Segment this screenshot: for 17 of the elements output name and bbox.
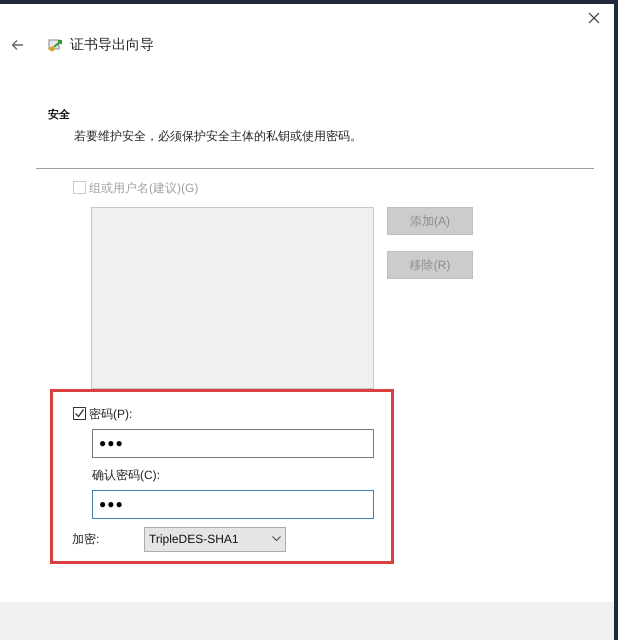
encryption-dropdown[interactable]: TripleDES-SHA1 xyxy=(144,526,286,552)
checkbox-label: 组或用户名(建议)(G) xyxy=(89,180,198,196)
certificate-icon xyxy=(48,36,64,52)
checkbox-label: 密码(P): xyxy=(89,406,132,422)
encryption-label: 加密: xyxy=(72,531,100,548)
field-label: 确认密码(C): xyxy=(92,466,161,484)
section-description: 若要维护安全，必须保护安全主体的私钥或使用密码。 xyxy=(74,128,363,144)
window-title: 证书导出向导 xyxy=(70,35,154,54)
password-field[interactable]: ●●● xyxy=(92,428,374,458)
back-arrow-icon xyxy=(10,38,24,50)
section-heading: 安全 xyxy=(48,108,71,123)
checkmark-icon xyxy=(74,408,85,419)
close-icon xyxy=(588,12,600,24)
confirm-password-field[interactable]: ●●● xyxy=(92,490,374,518)
checkbox[interactable] xyxy=(73,407,86,420)
chevron-down-icon xyxy=(272,536,281,542)
back-button[interactable] xyxy=(10,38,24,52)
